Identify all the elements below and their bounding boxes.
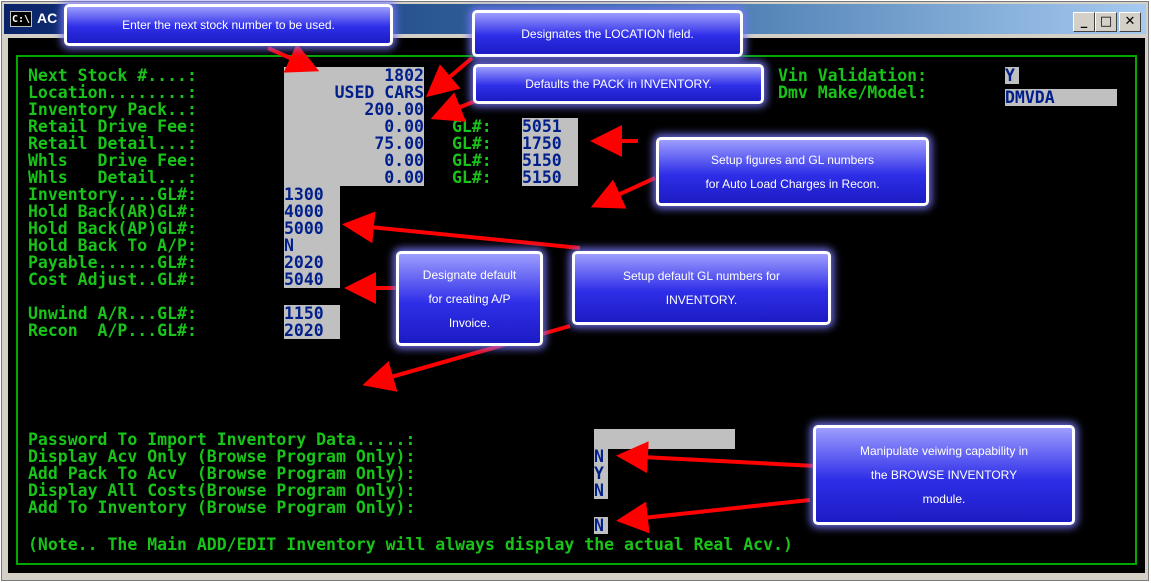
arrow-add-to-inventory (616, 498, 811, 534)
callout-auto-load: Setup figures and GL numbers for Auto Lo… (656, 137, 929, 206)
arrow-inventory-gl (342, 211, 581, 250)
callout-pack: Defaults the PACK in INVENTORY. (473, 64, 764, 104)
callout-browse-line-2: the BROWSE INVENTORY (870, 468, 1018, 482)
callout-stock-number-text: Enter the next stock number to be used. (122, 18, 335, 32)
arrow-stock-number (267, 43, 320, 73)
arrow-pack (430, 92, 479, 122)
callout-ap-invoice-line-2: for creating A/P (428, 291, 511, 306)
callout-browse-line-1: Manipulate veiwing capability in (859, 444, 1029, 458)
arrow-display-acv (616, 441, 816, 474)
callout-pack-text: Defaults the PACK in INVENTORY. (525, 77, 712, 91)
callout-ap-invoice-text: Designate default for creating A/P Invoi… (423, 263, 516, 335)
callout-auto-load-line-1: Setup figures and GL numbers (711, 152, 874, 167)
callout-ap-invoice-line-1: Designate default (422, 267, 517, 282)
callout-stock-number: Enter the next stock number to be used. (64, 4, 393, 46)
callout-default-gl: Setup default GL numbers for INVENTORY. (572, 251, 831, 325)
callout-auto-load-text: Setup figures and GL numbers for Auto Lo… (705, 148, 879, 196)
callout-default-gl-text: Setup default GL numbers for INVENTORY. (623, 264, 780, 312)
callout-ap-invoice: Designate default for creating A/P Invoi… (396, 251, 543, 346)
callout-location-text: Designates the LOCATION field. (521, 26, 694, 41)
arrow-whls-gl (590, 176, 656, 209)
callout-browse: Manipulate veiwing capability in the BRO… (813, 425, 1075, 525)
callout-location-field: Designates the LOCATION field. (472, 10, 743, 57)
arrow-location (425, 56, 474, 98)
callout-ap-invoice-line-3: Invoice. (448, 315, 491, 330)
callout-browse-line-3: module. (922, 492, 966, 506)
callout-default-gl-line-1: Setup default GL numbers for (623, 269, 780, 283)
callout-auto-load-line-2: for Auto Load Charges in Recon. (705, 176, 880, 191)
callout-browse-text: Manipulate veiwing capability in the BRO… (860, 439, 1028, 511)
callout-default-gl-line-2: INVENTORY. (665, 293, 738, 307)
